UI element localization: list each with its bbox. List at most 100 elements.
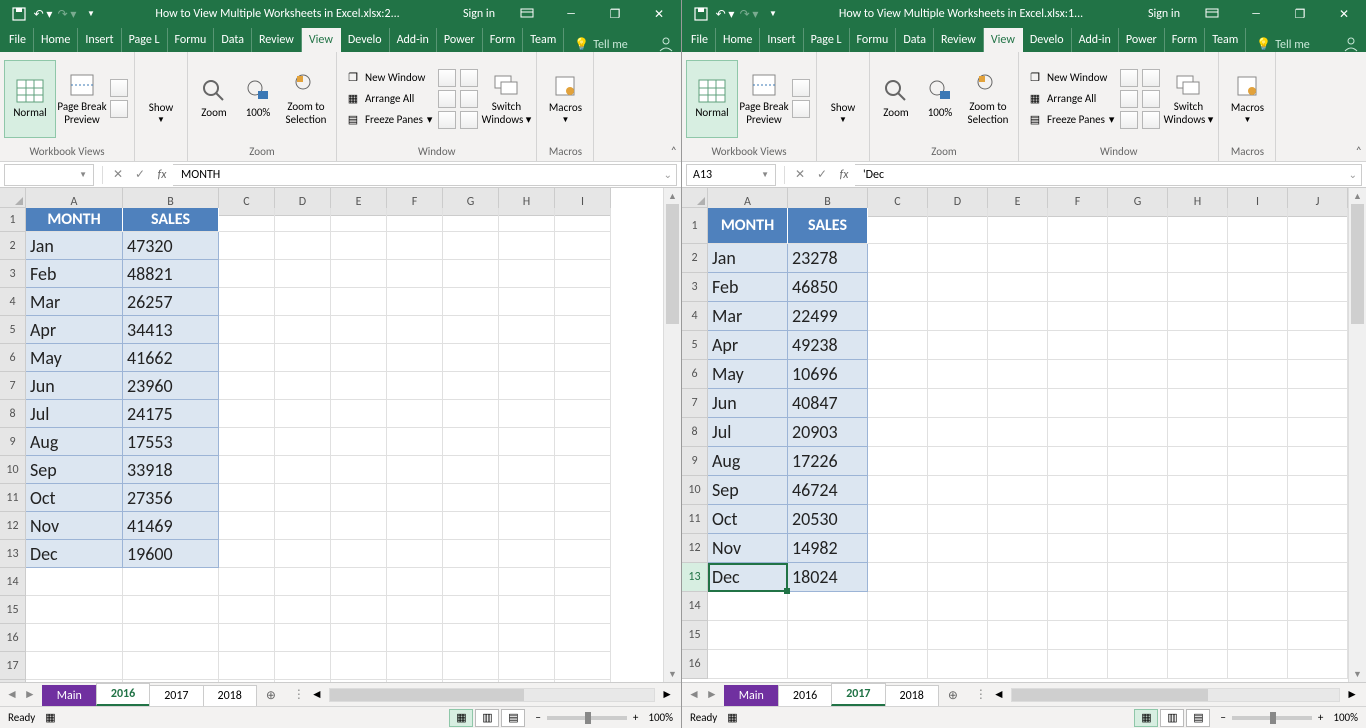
cell[interactable] xyxy=(499,512,555,540)
cell[interactable] xyxy=(275,400,331,428)
cell[interactable] xyxy=(555,540,611,568)
cell[interactable] xyxy=(499,428,555,456)
row-header[interactable]: 10 xyxy=(682,476,708,505)
cell[interactable] xyxy=(331,596,387,624)
cell[interactable] xyxy=(275,288,331,316)
zoom-100-button[interactable]: 100% xyxy=(236,60,280,138)
cell[interactable] xyxy=(1288,208,1348,244)
cell[interactable] xyxy=(988,331,1048,360)
cell[interactable]: Jul xyxy=(708,418,788,447)
cell[interactable] xyxy=(1288,331,1348,360)
cell[interactable] xyxy=(1288,592,1348,621)
cell[interactable] xyxy=(26,568,123,596)
cell[interactable] xyxy=(928,208,988,244)
table-header[interactable]: SALES xyxy=(123,208,219,232)
cell[interactable] xyxy=(387,288,443,316)
pagebreak-preview-button[interactable]: Page Break Preview xyxy=(56,60,108,138)
normal-view-button[interactable]: Normal xyxy=(686,60,738,138)
cell[interactable]: 23278 xyxy=(788,244,868,273)
cell[interactable]: Mar xyxy=(708,302,788,331)
cell[interactable] xyxy=(219,680,275,682)
cell[interactable]: 23960 xyxy=(123,372,219,400)
cell[interactable] xyxy=(708,621,788,650)
cell[interactable]: May xyxy=(26,344,123,372)
cell[interactable] xyxy=(219,208,275,232)
pagebreak-preview-button[interactable]: Page Break Preview xyxy=(738,60,790,138)
formula-input[interactable]: 'Dec⌄ xyxy=(855,164,1362,186)
cell[interactable] xyxy=(555,568,611,596)
cell[interactable] xyxy=(499,540,555,568)
cell[interactable] xyxy=(555,484,611,512)
zoom-to-selection-button[interactable]: Zoom toSelection xyxy=(962,60,1014,138)
cell[interactable] xyxy=(443,428,499,456)
share-icon[interactable] xyxy=(651,36,681,52)
cell[interactable]: Nov xyxy=(708,534,788,563)
enter-formula-icon[interactable]: ✓ xyxy=(129,167,151,182)
cell[interactable] xyxy=(555,624,611,652)
cell[interactable] xyxy=(555,400,611,428)
row-header[interactable]: 18 xyxy=(0,680,26,682)
cell[interactable]: 40847 xyxy=(788,389,868,418)
cell[interactable] xyxy=(1108,621,1168,650)
cell[interactable] xyxy=(387,624,443,652)
cell[interactable] xyxy=(443,680,499,682)
cell[interactable] xyxy=(1048,418,1108,447)
cell[interactable] xyxy=(1048,476,1108,505)
qat-more-icon[interactable]: ▼ xyxy=(762,3,784,25)
cell[interactable] xyxy=(1288,302,1348,331)
row-header[interactable]: 9 xyxy=(0,428,26,456)
cell[interactable] xyxy=(1228,244,1288,273)
cell[interactable] xyxy=(788,592,868,621)
macros-button[interactable]: Macros▼ xyxy=(541,60,589,138)
tab-file[interactable]: File xyxy=(2,28,34,52)
show-dropdown[interactable]: Show▼ xyxy=(139,60,183,138)
collapse-ribbon-icon[interactable]: ˄ xyxy=(671,145,677,159)
switch-windows-button[interactable]: SwitchWindows ▾ xyxy=(480,60,532,138)
cell[interactable] xyxy=(1228,563,1288,592)
fx-icon[interactable]: fx xyxy=(833,168,855,182)
cell[interactable] xyxy=(1168,208,1228,244)
cell[interactable] xyxy=(331,540,387,568)
tab-form[interactable]: Form xyxy=(483,28,523,52)
cell[interactable] xyxy=(988,273,1048,302)
cell[interactable] xyxy=(555,344,611,372)
zoom-button[interactable]: Zoom xyxy=(192,60,236,138)
arrange-all-button[interactable]: ▦Arrange All xyxy=(1023,89,1118,109)
cell[interactable] xyxy=(387,428,443,456)
cell[interactable] xyxy=(555,232,611,260)
cell[interactable] xyxy=(1288,418,1348,447)
cancel-formula-icon[interactable]: ✕ xyxy=(789,167,811,182)
cell[interactable]: Sep xyxy=(708,476,788,505)
cell[interactable] xyxy=(275,316,331,344)
cell[interactable] xyxy=(555,372,611,400)
cell[interactable] xyxy=(499,624,555,652)
vertical-scrollbar[interactable]: ▲▼ xyxy=(1348,188,1366,682)
cell[interactable] xyxy=(988,244,1048,273)
cell[interactable] xyxy=(1228,273,1288,302)
undo-icon[interactable]: ↶ ▾ xyxy=(32,3,54,25)
cell[interactable] xyxy=(555,316,611,344)
cell[interactable] xyxy=(275,484,331,512)
cell[interactable]: Apr xyxy=(26,316,123,344)
cell[interactable] xyxy=(387,344,443,372)
cell[interactable]: Oct xyxy=(708,505,788,534)
cell[interactable]: Jan xyxy=(26,232,123,260)
cell[interactable] xyxy=(331,624,387,652)
cell[interactable] xyxy=(1108,389,1168,418)
cell[interactable] xyxy=(499,400,555,428)
row-header[interactable]: 14 xyxy=(682,592,708,621)
window-extra-1[interactable] xyxy=(436,65,458,133)
cell[interactable] xyxy=(1288,563,1348,592)
cell[interactable] xyxy=(331,316,387,344)
cell[interactable] xyxy=(1168,621,1228,650)
cell[interactable] xyxy=(387,260,443,288)
cell[interactable] xyxy=(1168,360,1228,389)
cell[interactable] xyxy=(331,400,387,428)
cell[interactable] xyxy=(331,372,387,400)
name-box[interactable]: A13▼ xyxy=(686,164,776,186)
cell[interactable] xyxy=(123,568,219,596)
row-header[interactable]: 2 xyxy=(682,244,708,273)
cell[interactable] xyxy=(443,344,499,372)
cell[interactable] xyxy=(499,568,555,596)
cell[interactable] xyxy=(275,232,331,260)
